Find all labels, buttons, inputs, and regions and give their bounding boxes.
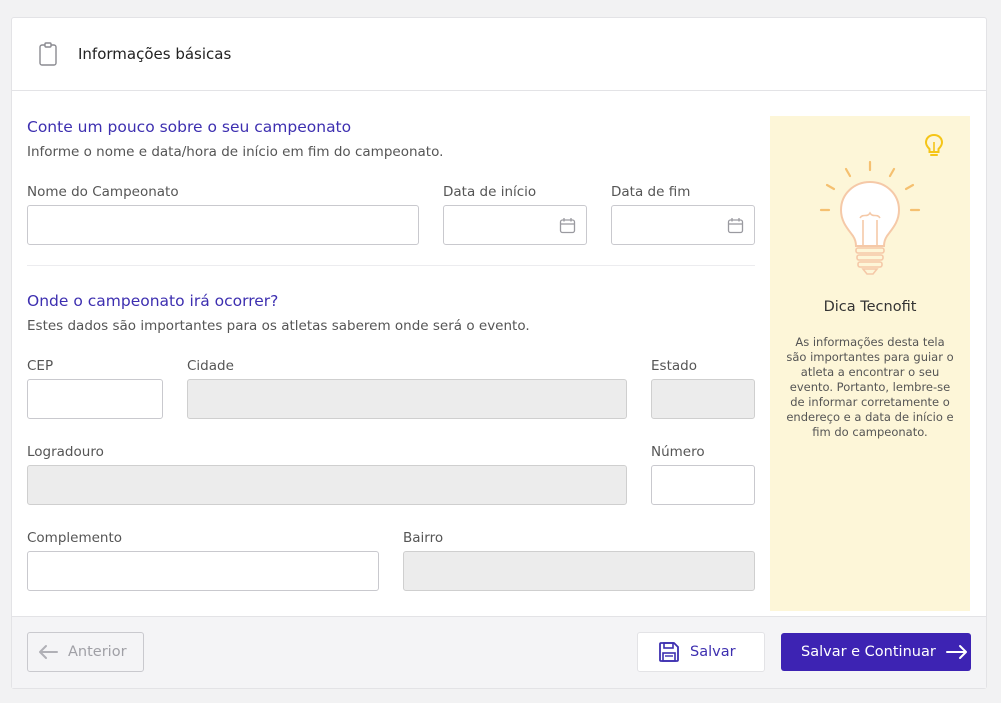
calendar-icon[interactable] [559,217,576,234]
tip-panel: Dica Tecnofit As informações desta tela … [770,116,970,611]
section-description-championship: Informe o nome e data/hora de início em … [27,144,444,160]
city-label: Cidade [187,358,234,374]
cep-label: CEP [27,358,54,374]
section-title-location: Onde o campeonato irá ocorrer? [27,292,279,310]
street-input [27,465,627,505]
save-button[interactable]: Salvar [637,632,765,672]
save-and-continue-button[interactable]: Salvar e Continuar [781,633,971,671]
arrow-right-icon [945,645,967,659]
street-label: Logradouro [27,444,104,460]
form-footer: Anterior Salvar Salvar e Continuar [12,616,986,688]
lightbulb-icon [819,160,921,275]
cep-input[interactable] [27,379,163,419]
card-header: Informações básicas [12,18,986,91]
start-date-input[interactable] [443,205,587,245]
previous-button[interactable]: Anterior [27,632,144,672]
championship-name-label: Nome do Campeonato [27,184,179,200]
section-divider [27,265,755,266]
calendar-icon[interactable] [727,217,744,234]
state-label: Estado [651,358,697,374]
page-title: Informações básicas [78,45,232,63]
floppy-icon [659,642,679,662]
number-input[interactable] [651,465,755,505]
state-input [651,379,755,419]
championship-name-input[interactable] [27,205,419,245]
save-button-label: Salvar [690,644,736,660]
city-input [187,379,627,419]
start-date-label: Data de início [443,184,537,200]
form-card: Informações básicas Conte um pouco sobre… [11,17,987,689]
complement-label: Complemento [27,530,123,546]
end-date-label: Data de fim [611,184,691,200]
arrow-left-icon [39,645,58,659]
district-input [403,551,755,591]
previous-button-label: Anterior [68,644,127,660]
clipboard-icon [39,42,57,66]
section-title-championship: Conte um pouco sobre o seu campeonato [27,118,352,136]
district-label: Bairro [403,530,444,546]
tip-title: Dica Tecnofit [823,299,917,315]
complement-input[interactable] [27,551,379,591]
small-lightbulb-icon [924,133,944,156]
section-description-location: Estes dados são importantes para os atle… [27,318,530,334]
number-label: Número [651,444,705,460]
end-date-input[interactable] [611,205,755,245]
tip-text: As informações desta tela são importante… [786,335,954,439]
save-and-continue-label: Salvar e Continuar [801,644,936,660]
